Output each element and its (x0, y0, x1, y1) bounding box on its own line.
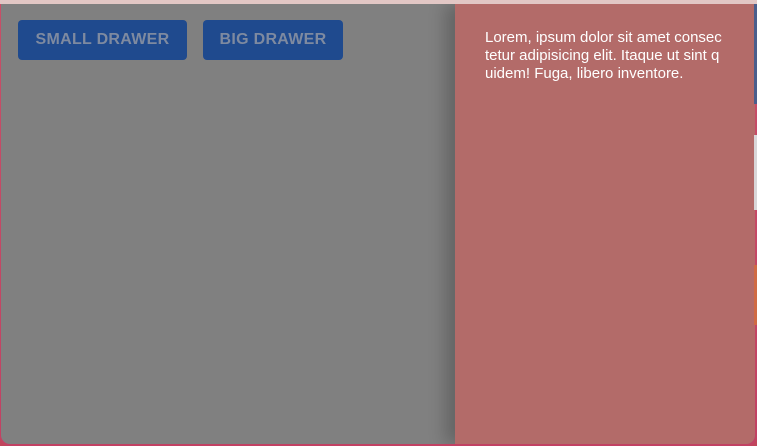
drawer-text: Lorem, ipsum dolor sit amet consectetur … (485, 29, 722, 82)
page-backdrop-overlay[interactable]: Small Drawer Big Drawer Lorem, ipsum dol… (1, 4, 755, 444)
small-drawer-button[interactable]: Small Drawer (18, 20, 187, 60)
browser-window: Small Drawer Big Drawer Lorem, ipsum dol… (0, 0, 757, 446)
big-drawer-button[interactable]: Big Drawer (203, 20, 343, 60)
drawer-panel: Lorem, ipsum dolor sit amet consectetur … (455, 4, 755, 444)
button-row: Small Drawer Big Drawer (18, 20, 343, 60)
